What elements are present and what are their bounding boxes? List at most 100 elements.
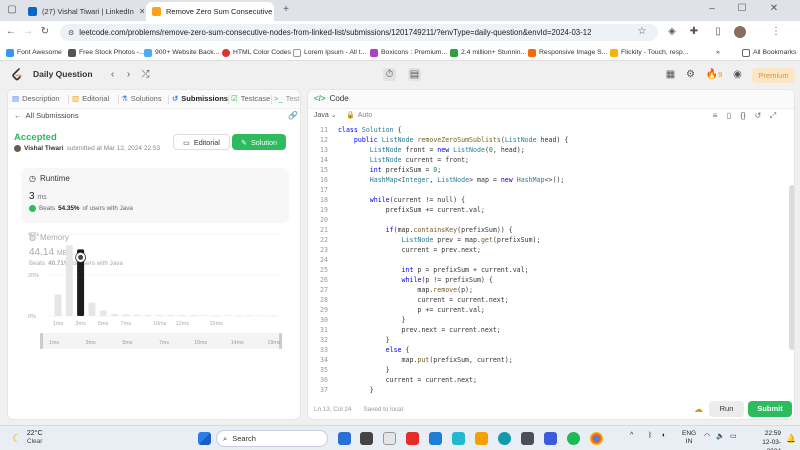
youtube-icon[interactable] [406, 432, 419, 445]
reset-icon[interactable]: ↺ [753, 111, 763, 121]
weather-widget[interactable]: ☾ 22°C Clear [12, 430, 43, 446]
app-icon[interactable] [429, 432, 442, 445]
code-line[interactable]: 29 p += current.val; [308, 305, 788, 315]
solution-button[interactable]: ✎ Solution [232, 134, 286, 150]
back-icon[interactable]: ← [5, 26, 17, 38]
tab-editorial[interactable]: ▥ Editorial [72, 94, 109, 103]
auto-mode[interactable]: 🔒 Auto [346, 111, 372, 120]
browser-tab-leetcode[interactable]: Remove Zero Sum Consecutive ✕ [146, 2, 274, 21]
tab-test-result[interactable]: >_ Test [274, 94, 299, 103]
bookmark-item[interactable]: Responsive Image S... [528, 46, 607, 59]
tab-description[interactable]: ▤ Description [12, 94, 60, 103]
runtime-bar[interactable] [201, 315, 209, 316]
code-line[interactable]: 25 int p = prefixSum + current.val; [308, 265, 788, 275]
editorial-button[interactable]: ▭ Editorial [173, 134, 230, 150]
all-bookmarks[interactable]: All Bookmarks [742, 46, 796, 59]
runtime-bar[interactable] [257, 315, 265, 316]
bookmark-item[interactable]: Font Awesome [6, 46, 62, 59]
notes-icon[interactable]: ▤ [408, 68, 421, 81]
bookmark-item[interactable]: 2.4 million+ Stunnin... [450, 46, 526, 59]
runtime-bar[interactable] [88, 302, 96, 316]
tab-search-icon[interactable]: ▢ [6, 4, 18, 16]
code-line[interactable]: 32 } [308, 335, 788, 345]
file-explorer-icon[interactable] [383, 432, 396, 445]
share-link-icon[interactable]: 🔗 [288, 111, 298, 120]
range-handle-left[interactable] [40, 333, 43, 349]
close-tab-icon[interactable]: ✕ [139, 7, 144, 16]
username[interactable]: Vishal Tiwari [24, 145, 64, 152]
taskbar-clock[interactable]: 22:59 12-03-2024 [753, 429, 781, 450]
shuffle-icon[interactable]: ⤮ [139, 68, 152, 81]
runtime-bar[interactable] [190, 315, 198, 316]
reload-icon[interactable]: ↻ [39, 26, 51, 38]
maximize-icon[interactable]: ☐ [736, 3, 748, 15]
language-select[interactable]: Java ⌄ [314, 111, 337, 119]
bookmark-item[interactable]: Free Stock Photos -... [68, 46, 145, 59]
runtime-distribution-chart[interactable]: 40% 20% 0% 1ms 3ms 5ms 7ms 10ms 12ms 15ms 1ms 3ms… [14, 230, 286, 410]
runtime-bar[interactable] [156, 314, 164, 316]
code-line[interactable]: 18 while(current != null) { [308, 195, 788, 205]
browser-tab-linkedin[interactable]: (27) Vishal Tiwari | LinkedIn ✕ [22, 2, 144, 21]
runtime-bar[interactable] [167, 315, 175, 316]
runtime-bar[interactable] [133, 314, 141, 316]
code-line[interactable]: 11 class Solution { [308, 125, 788, 135]
code-line[interactable]: 15 int prefixSum = 0; [308, 165, 788, 175]
runtime-bar[interactable] [224, 315, 231, 316]
code-line[interactable]: 27 map.remove(p); [308, 285, 788, 295]
code-line[interactable]: 17 [308, 185, 788, 195]
window-close-icon[interactable]: ✕ [768, 3, 780, 15]
code-line[interactable]: 13 ListNode front = new ListNode(0, head… [308, 145, 788, 155]
layout-icon[interactable]: ▦ [664, 68, 677, 81]
code-line[interactable]: 20 [308, 215, 788, 225]
code-line[interactable]: 26 while(p != prefixSum) { [308, 275, 788, 285]
extension-icon[interactable]: ◈ [666, 26, 678, 38]
folder-icon[interactable] [475, 432, 488, 445]
tab-testcase[interactable]: ☑ Testcase [231, 94, 270, 103]
app-icon[interactable] [521, 432, 534, 445]
site-info-icon[interactable]: ⚙ [68, 29, 74, 37]
bookmarks-overflow-icon[interactable]: » [716, 46, 720, 59]
code-line[interactable]: 33 else { [308, 345, 788, 355]
dropbox-icon[interactable] [544, 432, 557, 445]
bookmark-code-icon[interactable]: ▯ [724, 111, 734, 121]
submit-button[interactable]: Submit [748, 401, 792, 417]
code-line[interactable]: 37 } [308, 385, 788, 395]
tab-solutions[interactable]: ⚗ Solutions [121, 94, 162, 103]
tab-submissions[interactable]: ↺ Submissions [172, 94, 228, 103]
runtime-bar[interactable] [212, 315, 220, 316]
bookmark-item[interactable]: HTML Color Codes [222, 46, 291, 59]
premium-button[interactable]: Premium [752, 68, 795, 83]
profile-avatar[interactable] [734, 26, 746, 38]
runtime-card[interactable]: ◷ Runtime 3 ms Beats 54.35% of users with J… [21, 168, 289, 223]
new-tab-icon[interactable]: + [280, 4, 292, 16]
code-line[interactable]: 28 current = current.next; [308, 295, 788, 305]
bookmark-item[interactable]: 900+ Website Back... [144, 46, 219, 59]
windows-start-icon[interactable] [198, 432, 211, 445]
code-line[interactable]: 24 [308, 255, 788, 265]
bluetooth-icon[interactable]: ᛒ [648, 432, 652, 439]
url-field[interactable]: ⚙ leetcode.com/problems/remove-zero-sum-… [60, 24, 658, 41]
code-line[interactable]: 22 ListNode prev = map.get(prefixSum); [308, 235, 788, 245]
code-line[interactable]: 34 map.put(prefixSum, current); [308, 355, 788, 365]
settings-gear-icon[interactable]: ⚙ [684, 68, 697, 81]
runtime-bar[interactable] [122, 314, 130, 316]
app-icon[interactable] [452, 432, 465, 445]
format-icon[interactable]: ≡ [710, 111, 720, 121]
extensions-puzzle-icon[interactable]: ✚ [688, 26, 700, 38]
code-line[interactable]: 12 public ListNode removeZeroSumSublists… [308, 135, 788, 145]
notification-bell-icon[interactable]: 🔔 [786, 434, 796, 443]
tray-app-icon[interactable]: ◐ [662, 432, 666, 439]
next-problem-icon[interactable]: › [122, 68, 135, 81]
code-line[interactable]: 35 } [308, 365, 788, 375]
tray-chevron-icon[interactable]: ^ [630, 432, 633, 439]
runtime-bar[interactable] [111, 313, 118, 316]
taskbar-search[interactable]: ⌕ Search [216, 430, 328, 447]
runtime-bar[interactable] [246, 315, 254, 316]
fullscreen-icon[interactable]: ⤢ [768, 111, 778, 121]
more-menu-icon[interactable]: ⋮ [770, 26, 782, 38]
bookmark-item[interactable]: Lorem Ipsum - All t... [293, 46, 366, 59]
braces-icon[interactable]: {} [738, 111, 748, 121]
edge-icon[interactable] [498, 432, 511, 445]
code-line[interactable]: 14 ListNode current = front; [308, 155, 788, 165]
code-tab[interactable]: </> Code [314, 94, 349, 103]
